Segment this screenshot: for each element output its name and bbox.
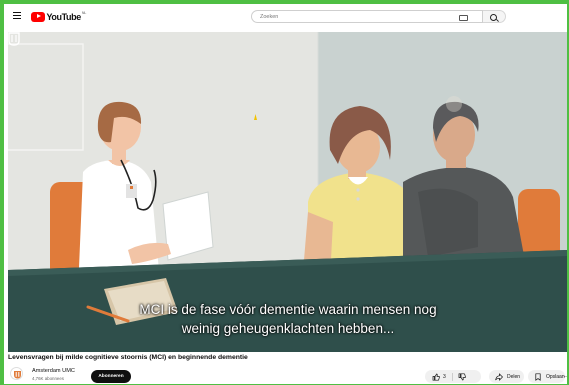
more-actions-button[interactable]: ... [564, 372, 567, 379]
share-button[interactable]: Delen [489, 370, 524, 383]
play-logo-icon [31, 11, 45, 22]
thumbs-up-icon[interactable] [432, 373, 440, 381]
like-count: 3 [443, 373, 446, 380]
channel-watermark-icon[interactable] [8, 32, 20, 46]
youtube-logo[interactable]: YouTube NL [31, 11, 86, 22]
save-label: Opslaan [546, 373, 565, 380]
bookmark-icon [535, 372, 541, 381]
subscribe-button[interactable]: Abonneren [91, 370, 131, 383]
menu-icon[interactable] [13, 12, 21, 20]
share-icon [495, 372, 503, 381]
subscriber-count: 4,76K abonnees [32, 376, 64, 381]
subtitle-line-1: MCI is de fase vóór dementie waarin mens… [139, 302, 437, 317]
like-dislike-group: 3 [425, 370, 481, 383]
masthead: YouTube NL [4, 4, 567, 28]
video-player[interactable]: MCI is de fase vóór dementie waarin mens… [8, 32, 567, 352]
browser-page: YouTube NL Zoeken MCI is de fase vóór de… [4, 4, 567, 384]
search-box[interactable] [251, 10, 483, 23]
subtitle-line-2: weinig geheugenklachten hebben... [181, 321, 395, 336]
video-title: Levensvragen bij milde cognitieve stoorn… [8, 354, 248, 361]
like-divider [451, 372, 453, 381]
save-button[interactable]: Opslaan [528, 370, 565, 383]
search-button[interactable] [483, 10, 506, 23]
channel-name[interactable]: Amsterdam UMC [32, 368, 75, 374]
amsterdam-umc-logo-icon [14, 371, 21, 379]
channel-avatar[interactable] [10, 367, 23, 380]
keyboard-icon[interactable] [459, 14, 468, 21]
country-code: NL [81, 10, 87, 15]
share-label: Delen [507, 373, 521, 380]
logo-wordmark: YouTube [46, 11, 82, 22]
search-input[interactable] [260, 12, 450, 21]
search-icon [490, 13, 497, 21]
thumbs-down-icon[interactable] [458, 372, 467, 381]
